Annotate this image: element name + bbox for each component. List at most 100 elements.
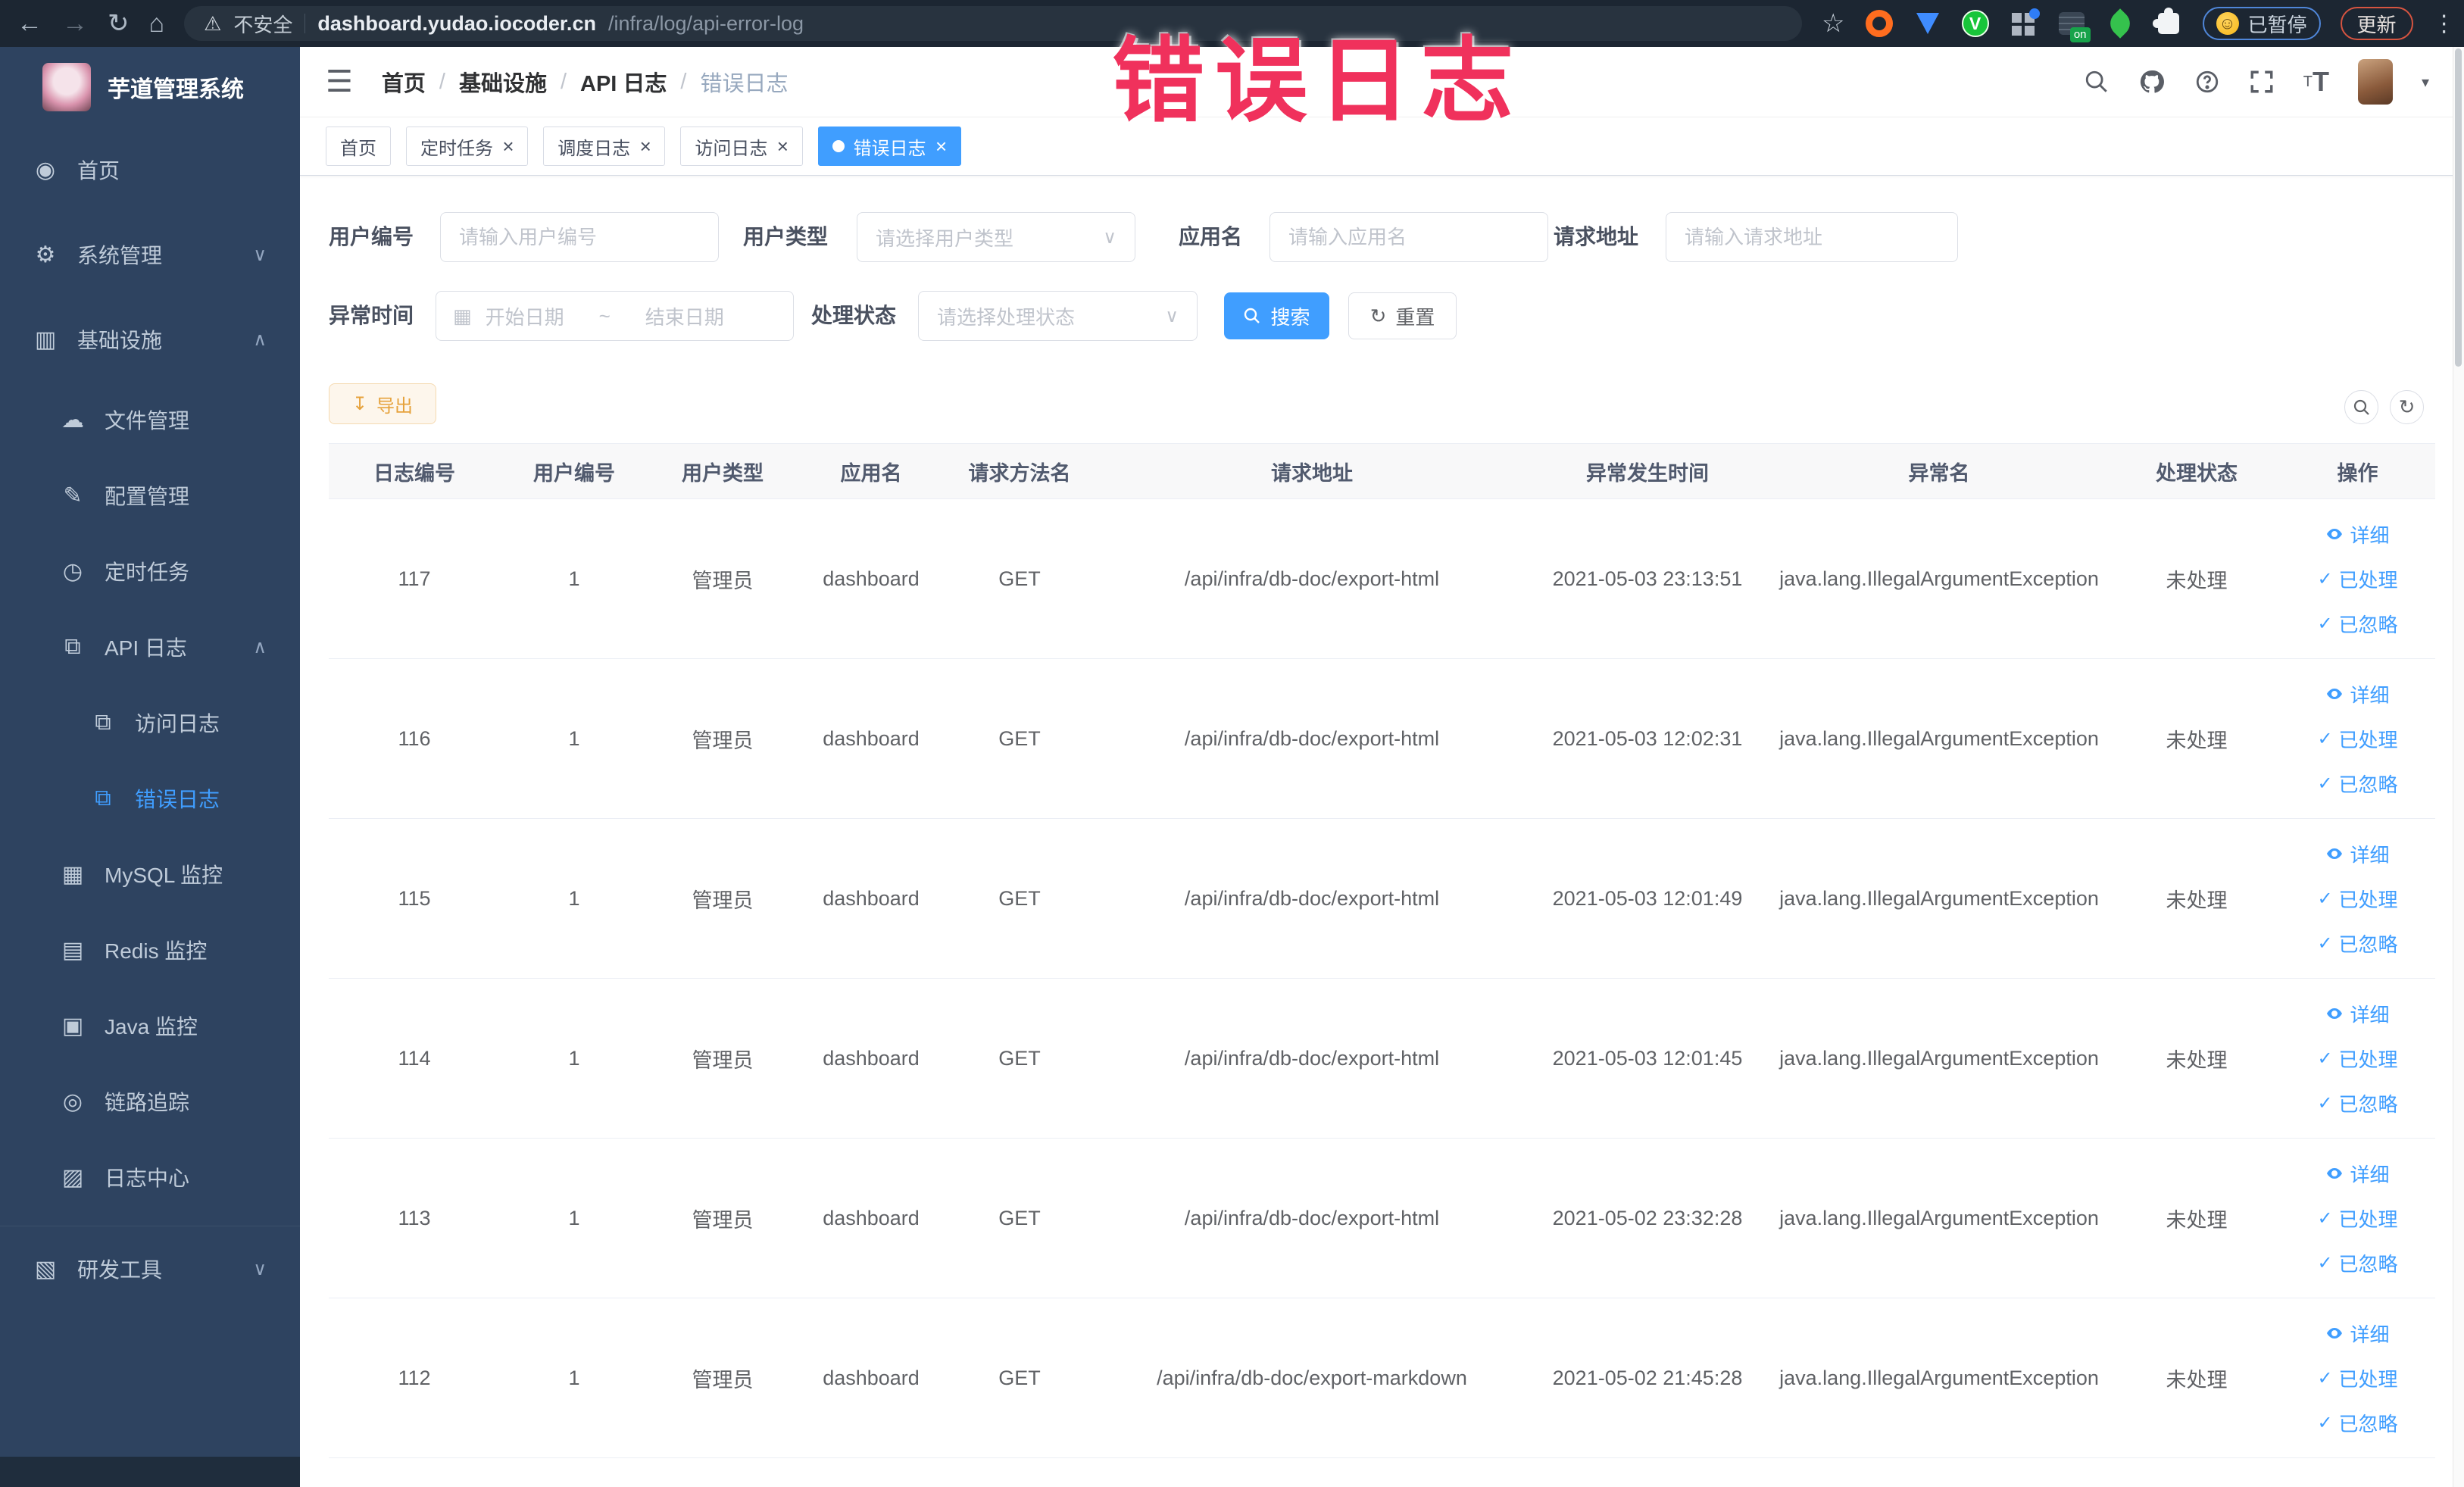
github-icon[interactable] — [2138, 68, 2166, 95]
sidebar-item-redis[interactable]: ▤ Redis 监控 — [0, 912, 300, 988]
action-ignored-link[interactable]: ✓ 已忽略 — [2317, 610, 2397, 638]
main-panel: ☰ 首页 / 基础设施 / API 日志 / 错误日志 TT ▾ 首页 定时任务… — [300, 47, 2464, 1487]
extension-orange-icon[interactable] — [1865, 9, 1894, 38]
request-url-label: 请求地址 — [1554, 225, 1639, 248]
action-detail-link[interactable]: 详细 — [2325, 1320, 2390, 1348]
process-status-select[interactable]: 请选择处理状态 ∨ — [918, 291, 1198, 341]
toggle-search-button[interactable] — [2344, 390, 2378, 424]
extension-grid-icon[interactable] — [2009, 8, 2041, 38]
sidebar-item-java[interactable]: ▣ Java 监控 — [0, 988, 300, 1064]
home-icon[interactable]: ⌂ — [149, 11, 165, 36]
app-logo-row[interactable]: 芋道管理系统 — [0, 47, 300, 127]
export-button[interactable]: ↧ 导出 — [329, 383, 436, 424]
action-processed-link[interactable]: ✓ 已处理 — [2317, 725, 2397, 753]
search-button[interactable]: 搜索 — [1224, 292, 1329, 339]
app-name-input[interactable] — [1269, 212, 1548, 262]
action-detail-link[interactable]: 详细 — [2325, 1160, 2390, 1188]
check-icon: ✓ — [2317, 1412, 2333, 1433]
paused-label: 已暂停 — [2247, 13, 2307, 36]
cell-request-url: /api/infra/db-doc/export-html — [1184, 726, 1440, 750]
sidebar-item-mysql[interactable]: ▦ MySQL 监控 — [0, 836, 300, 912]
help-icon[interactable] — [2194, 69, 2220, 95]
breadcrumb-item-2[interactable]: API 日志 — [580, 66, 667, 98]
sidebar-item-file[interactable]: ☁ 文件管理 — [0, 382, 300, 458]
monitor-icon: ▥ — [34, 326, 57, 352]
log-icon: ⧉ — [95, 710, 111, 735]
extension-v-icon[interactable]: V — [1961, 10, 1989, 37]
action-ignored-link[interactable]: ✓ 已忽略 — [2317, 1089, 2397, 1117]
search-icon[interactable] — [2084, 69, 2110, 95]
tag-0[interactable]: 首页 — [326, 127, 391, 166]
scrollbar[interactable] — [2453, 47, 2464, 1487]
cell-request-url: /api/infra/db-doc/export-html — [1184, 1206, 1440, 1229]
sidebar-item-home[interactable]: ◉ 首页 — [0, 127, 300, 212]
sidebar-item-infra[interactable]: ▥ 基础设施 ∧ — [0, 297, 300, 382]
extension-paused-badge[interactable]: ☺ 已暂停 — [2202, 7, 2321, 40]
sidebar-item-error-log[interactable]: ⧉ 错误日志 — [0, 761, 300, 836]
back-icon[interactable]: ← — [17, 11, 42, 36]
bookmark-star-icon[interactable]: ☆ — [1822, 8, 1844, 39]
sidebar-item-config[interactable]: ✎ 配置管理 — [0, 458, 300, 533]
sidebar-item-label: 链路追踪 — [105, 1091, 190, 1114]
cell-method: GET — [998, 886, 1041, 910]
address-bar[interactable]: ⚠ 不安全 dashboard.yudao.iocoder.cn/infra/l… — [184, 6, 1803, 41]
tag-2[interactable]: 调度日志 × — [543, 127, 666, 166]
sidebar-item-access-log[interactable]: ⧉ 访问日志 — [0, 685, 300, 761]
close-icon[interactable]: × — [639, 136, 651, 156]
chevron-down-icon[interactable]: ▾ — [2422, 73, 2429, 92]
scrollbar-thumb[interactable] — [2455, 48, 2462, 367]
extensions-puzzle-icon[interactable] — [2152, 8, 2183, 38]
close-icon[interactable]: × — [502, 136, 514, 156]
exception-time-range-picker[interactable]: ▦ 开始日期 ~ 结束日期 — [436, 291, 794, 341]
sidebar-item-log-center[interactable]: ▨ 日志中心 — [0, 1139, 300, 1215]
reload-icon[interactable]: ↻ — [108, 11, 130, 36]
breadcrumb-separator: / — [680, 69, 687, 94]
action-detail-link[interactable]: 详细 — [2325, 1000, 2390, 1028]
cell-log-id: 113 — [398, 1206, 431, 1229]
action-detail-link[interactable]: 详细 — [2325, 680, 2390, 708]
refresh-button[interactable]: ↻ — [2390, 390, 2424, 424]
browser-menu-icon[interactable]: ⋮ — [2433, 11, 2456, 37]
action-processed-link[interactable]: ✓ 已处理 — [2317, 1204, 2397, 1232]
action-processed-link[interactable]: ✓ 已处理 — [2317, 1045, 2397, 1073]
browser-update-button[interactable]: 更新 — [2340, 7, 2413, 40]
chevron-down-icon: ∨ — [1103, 226, 1116, 248]
request-url-input[interactable] — [1666, 212, 1958, 262]
sidebar-item-api-log[interactable]: ⧉ API 日志 ∧ — [0, 609, 300, 685]
fullscreen-icon[interactable] — [2249, 69, 2275, 95]
doc-icon: ▨ — [61, 1164, 84, 1190]
reset-button[interactable]: ↻ 重置 — [1348, 292, 1457, 339]
user-id-input[interactable] — [440, 212, 719, 262]
action-processed-link[interactable]: ✓ 已处理 — [2317, 1364, 2397, 1392]
sidebar-item-trace[interactable]: ◎ 链路追踪 — [0, 1064, 300, 1139]
action-ignored-link[interactable]: ✓ 已忽略 — [2317, 929, 2397, 957]
sidebar-item-system[interactable]: ⚙ 系统管理 ∨ — [0, 212, 300, 297]
user-avatar[interactable] — [2357, 59, 2393, 105]
extension-leaf-icon[interactable] — [2104, 8, 2135, 39]
app-logo — [42, 63, 91, 111]
tag-3[interactable]: 访问日志 × — [680, 127, 803, 166]
action-detail-link[interactable]: 详细 — [2325, 520, 2390, 548]
action-ignored-link[interactable]: ✓ 已忽略 — [2317, 770, 2397, 798]
action-ignored-link[interactable]: ✓ 已忽略 — [2317, 1249, 2397, 1277]
close-icon[interactable]: × — [776, 136, 788, 156]
action-processed-link[interactable]: ✓ 已处理 — [2317, 885, 2397, 913]
extension-shield-icon[interactable] — [1913, 9, 1942, 38]
action-detail-link[interactable]: 详细 — [2325, 840, 2390, 868]
cell-log-id: 116 — [398, 726, 431, 750]
sidebar-collapse-bar[interactable] — [0, 1457, 300, 1487]
breadcrumb-item-0[interactable]: 首页 — [382, 66, 426, 98]
close-icon[interactable]: × — [935, 136, 947, 156]
tag-1[interactable]: 定时任务 × — [406, 127, 529, 166]
breadcrumb-item-1[interactable]: 基础设施 — [459, 66, 547, 98]
user-type-select[interactable]: 请选择用户类型 ∨ — [857, 212, 1135, 262]
action-ignored-link[interactable]: ✓ 已忽略 — [2317, 1409, 2397, 1437]
sidebar-item-devtools[interactable]: ▧ 研发工具 ∨ — [0, 1226, 300, 1311]
action-processed-link[interactable]: ✓ 已处理 — [2317, 565, 2397, 593]
extension-switch-icon[interactable] — [2057, 9, 2091, 42]
forward-icon[interactable]: → — [62, 11, 88, 36]
sidebar-item-job[interactable]: ◷ 定时任务 — [0, 533, 300, 609]
tag-4[interactable]: 错误日志 × — [817, 127, 961, 166]
font-size-icon[interactable]: TT — [2303, 66, 2329, 98]
hamburger-icon[interactable]: ☰ — [326, 64, 353, 99]
